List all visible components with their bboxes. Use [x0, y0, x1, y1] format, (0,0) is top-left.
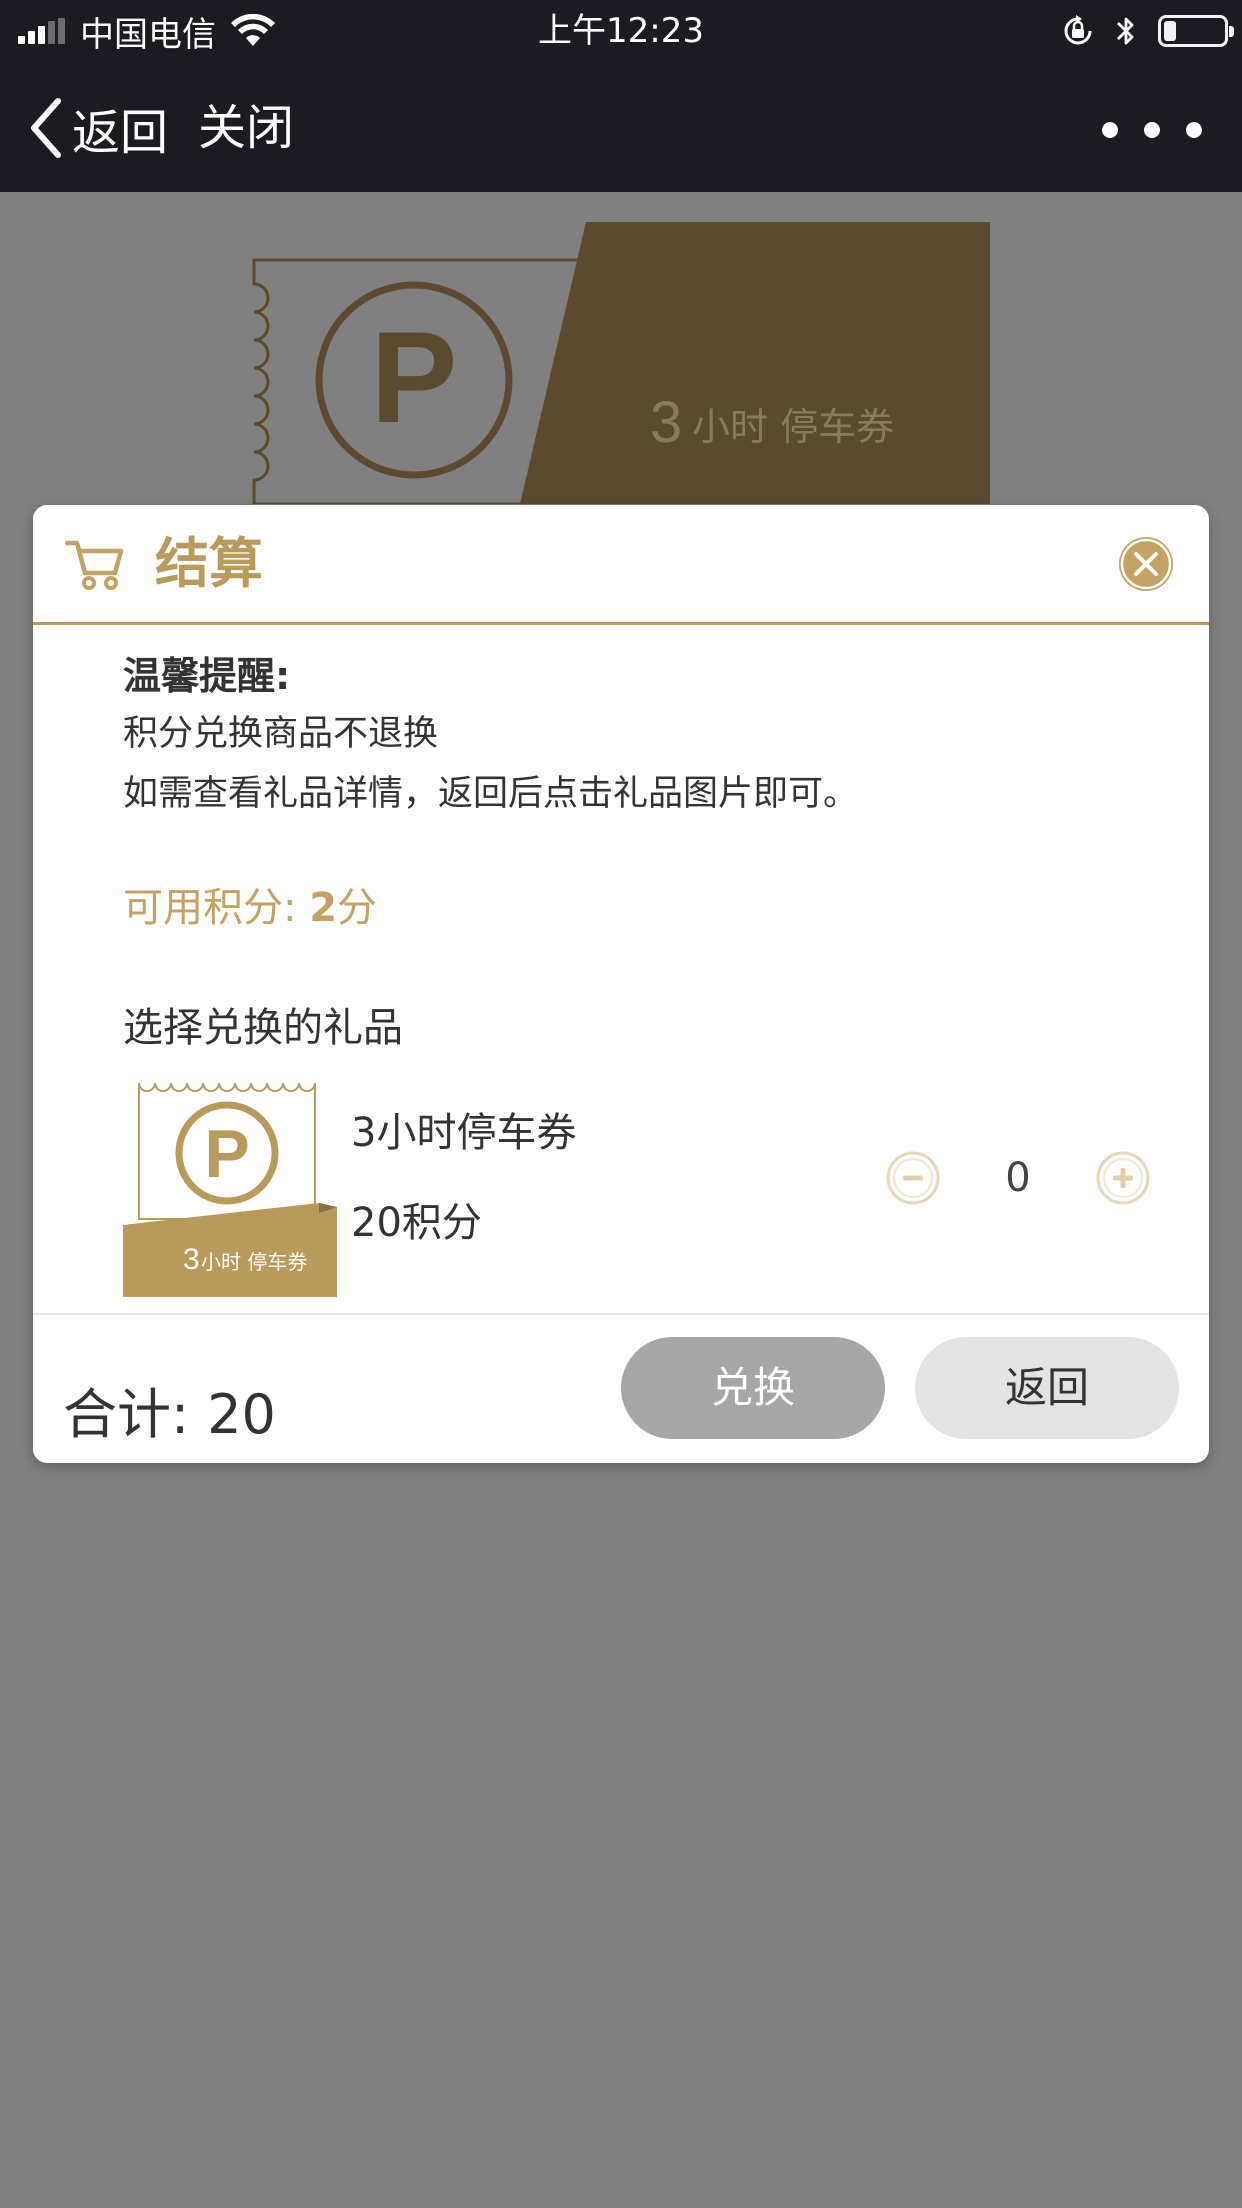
battery-icon	[1158, 15, 1234, 47]
back-button[interactable]: 返回	[915, 1337, 1179, 1439]
modal-header: 结算	[33, 505, 1209, 625]
svg-text:P: P	[204, 1116, 249, 1192]
quantity-value: 0	[1005, 1155, 1031, 1201]
status-bar: 中国电信 上午12:23	[0, 0, 1242, 62]
quantity-increase-button[interactable]	[1095, 1150, 1151, 1206]
points-label: 可用积分:	[123, 885, 310, 931]
total-label: 合计:	[63, 1383, 190, 1446]
more-options-icon[interactable]	[1102, 118, 1202, 142]
gift-name: 3小时停车券	[351, 1110, 577, 1156]
banner-parking-ticket-image[interactable]: P 3 小时 停车券	[252, 222, 990, 504]
points-value: 2	[309, 885, 338, 931]
total-value: 20	[207, 1383, 276, 1446]
select-gift-label: 选择兑换的礼品	[123, 1005, 403, 1051]
close-icon	[1120, 538, 1172, 590]
points-unit: 分	[337, 885, 378, 931]
footer-divider	[33, 1313, 1209, 1315]
svg-text:P: P	[371, 304, 458, 450]
available-points: 可用积分: 2分	[123, 875, 377, 933]
gift-thumb-number: 3	[183, 1243, 200, 1276]
tip-line: 如需查看礼品详情，返回后点击礼品图片即可。	[123, 774, 859, 814]
tip-title: 温馨提醒:	[123, 654, 291, 698]
gift-thumbnail[interactable]: P 3 小时 停车券	[123, 1079, 337, 1297]
modal-title: 结算	[155, 532, 263, 595]
rotation-lock-icon	[1064, 15, 1092, 45]
checkout-modal: 结算 温馨提醒: 积分兑换商品不退换 如需查看礼品详情，返回后点击礼品图片即可。…	[33, 505, 1209, 1463]
status-time: 上午12:23	[538, 11, 704, 51]
banner-ticket-number: 3	[650, 390, 682, 455]
gift-thumb-label: 小时 停车券	[201, 1250, 307, 1274]
nav-back-label: 返回	[72, 105, 169, 161]
cart-icon	[65, 540, 124, 590]
modal-close-button[interactable]	[1119, 537, 1173, 591]
total-amount: 合计: 20	[63, 1370, 276, 1449]
battery-level	[1164, 21, 1176, 41]
status-right	[1060, 0, 1234, 62]
nav-close-button[interactable]: 关闭	[198, 96, 294, 160]
quantity-decrease-button[interactable]	[885, 1150, 941, 1206]
chevron-left-icon	[31, 98, 61, 158]
exchange-button[interactable]: 兑换	[621, 1337, 885, 1439]
tip-line: 积分兑换商品不退换	[123, 714, 439, 754]
gift-cost: 20积分	[351, 1200, 482, 1246]
banner-ticket-label: 小时 停车券	[692, 405, 894, 449]
bluetooth-icon	[1117, 17, 1134, 45]
nav-bar: 返回 关闭	[0, 62, 1242, 192]
nav-back-button[interactable]: 返回	[26, 96, 169, 161]
